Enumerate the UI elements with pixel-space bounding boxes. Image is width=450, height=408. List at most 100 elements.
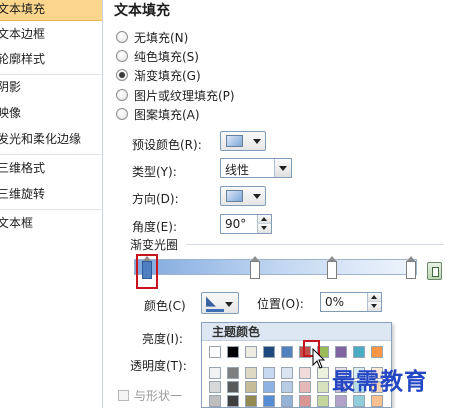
direction-dropdown[interactable] [220,186,266,206]
color-swatch[interactable] [227,395,239,407]
chevron-down-icon [253,194,261,199]
radio-label: 渐变填充(G) [134,68,201,83]
spin-down-icon[interactable] [367,302,381,311]
text-fill-panel: 文本填充 无填充(N) 纯色填充(S) 渐变填充(G) 图片或纹理填充(P) 图… [104,0,450,408]
sidebar-item-glow-soft-edges[interactable]: 发光和柔化边缘 [0,127,102,152]
color-swatch[interactable] [299,367,311,379]
position-label: 位置(O): [257,297,304,311]
color-swatch[interactable] [281,346,293,358]
color-swatch[interactable] [371,395,383,407]
angle-value[interactable]: 90° [225,217,246,231]
section-divider [186,244,444,245]
preset-color-dropdown[interactable] [220,131,266,151]
paint-bucket-icon: ◣ [206,294,216,309]
chevron-down-icon[interactable] [274,159,291,177]
color-swatch[interactable] [335,346,347,358]
color-swatch[interactable] [263,395,275,407]
angle-stepper[interactable]: 90° [220,214,272,234]
theme-colors-header: 主题颜色 [202,323,391,341]
position-value[interactable]: 0% [325,295,344,309]
radio-label: 纯色填充(S) [134,49,199,64]
color-swatch[interactable] [317,395,329,407]
add-stop-icon[interactable] [427,262,442,280]
color-swatch[interactable] [335,395,347,407]
color-swatch[interactable] [209,381,221,393]
stop-color-picker-button[interactable]: ◣ [201,292,239,314]
color-swatch[interactable] [281,395,293,407]
sidebar-item-shadow[interactable]: 阴影 [0,75,102,100]
gradient-stop-4[interactable] [406,256,416,280]
color-swatch[interactable] [353,346,365,358]
radio-button[interactable] [116,69,128,81]
color-swatch[interactable] [263,346,275,358]
color-swatch[interactable] [209,367,221,379]
spin-up-icon[interactable] [367,293,381,302]
brightness-label: 亮度(I): [142,332,183,346]
radio-picture-texture-fill[interactable]: 图片或纹理填充(P) [116,86,235,104]
preset-color-label: 预设颜色(R): [132,138,202,152]
sidebar-item-text-fill[interactable]: 文本填充 [0,0,102,21]
mouse-cursor-icon [312,348,326,369]
watermark-logo: 最需教育 [332,368,428,395]
current-color-bar [206,309,224,312]
color-swatch[interactable] [263,367,275,379]
sidebar-item-text-outline[interactable]: 文本边框 [0,22,102,47]
stop-handle[interactable] [406,261,416,279]
radio-pattern-fill[interactable]: 图案填充(A) [116,105,200,123]
radio-button[interactable] [116,31,128,43]
color-swatch[interactable] [245,395,257,407]
color-label: 颜色(C) [144,299,186,313]
selected-stop-highlight [136,254,158,289]
stop-handle[interactable] [250,261,260,279]
gradient-stops-bar[interactable] [134,259,417,275]
color-swatch[interactable] [209,346,221,358]
radio-button[interactable] [116,108,128,120]
stop-handle[interactable] [327,261,337,279]
color-swatch[interactable] [245,346,257,358]
sidebar-item-outline-style[interactable]: 轮廓样式 [0,47,102,72]
gradient-stops-label: 渐变光圈 [130,238,179,252]
gradient-stop-3[interactable] [327,256,337,280]
color-swatch[interactable] [353,395,365,407]
sidebar-item-3d-format[interactable]: 三维格式 [0,156,102,181]
color-swatch[interactable] [281,381,293,393]
transparency-label: 透明度(T): [130,359,187,373]
color-swatch[interactable] [299,395,311,407]
color-swatch[interactable] [227,346,239,358]
color-swatch[interactable] [299,381,311,393]
color-swatch[interactable] [209,395,221,407]
gradient-swatch [226,190,243,202]
type-label: 类型(Y): [132,165,177,179]
color-swatch[interactable] [317,381,329,393]
color-swatch[interactable] [371,346,383,358]
spin-down-icon[interactable] [257,224,271,233]
radio-button[interactable] [116,89,128,101]
color-swatch[interactable] [281,367,293,379]
panel-title: 文本填充 [114,3,170,19]
color-swatch[interactable] [227,367,239,379]
sidebar-item-text-box[interactable]: 文本框 [0,211,102,236]
rotate-with-shape-option[interactable]: 与形状一 [118,387,182,403]
gradient-stop-2[interactable] [250,256,260,280]
radio-no-fill[interactable]: 无填充(N) [116,28,188,46]
radio-solid-fill[interactable]: 纯色填充(S) [116,47,199,65]
radio-button[interactable] [116,50,128,62]
sidebar-item-3d-rotation[interactable]: 三维旋转 [0,182,102,207]
sidebar-divider [0,209,102,210]
rotate-with-shape-checkbox[interactable] [118,389,129,401]
rotate-with-shape-label: 与形状一 [134,388,183,403]
position-stepper[interactable]: 0% [320,292,382,312]
type-select[interactable]: 线性 [220,158,292,178]
radio-label: 图片或纹理填充(P) [134,88,235,103]
angle-label: 角度(E): [132,220,177,234]
sidebar-item-reflection[interactable]: 映像 [0,101,102,126]
radio-gradient-fill[interactable]: 渐变填充(G) [116,66,201,84]
radio-label: 图案填充(A) [134,107,200,122]
category-sidebar: 文本填充 文本边框 轮廓样式 阴影 映像 发光和柔化边缘 三维格式 三维旋转 文… [0,0,103,408]
color-swatch[interactable] [245,367,257,379]
color-swatch[interactable] [245,381,257,393]
spin-up-icon[interactable] [257,215,271,224]
radio-label: 无填充(N) [134,30,189,45]
color-swatch[interactable] [227,381,239,393]
color-swatch[interactable] [263,381,275,393]
